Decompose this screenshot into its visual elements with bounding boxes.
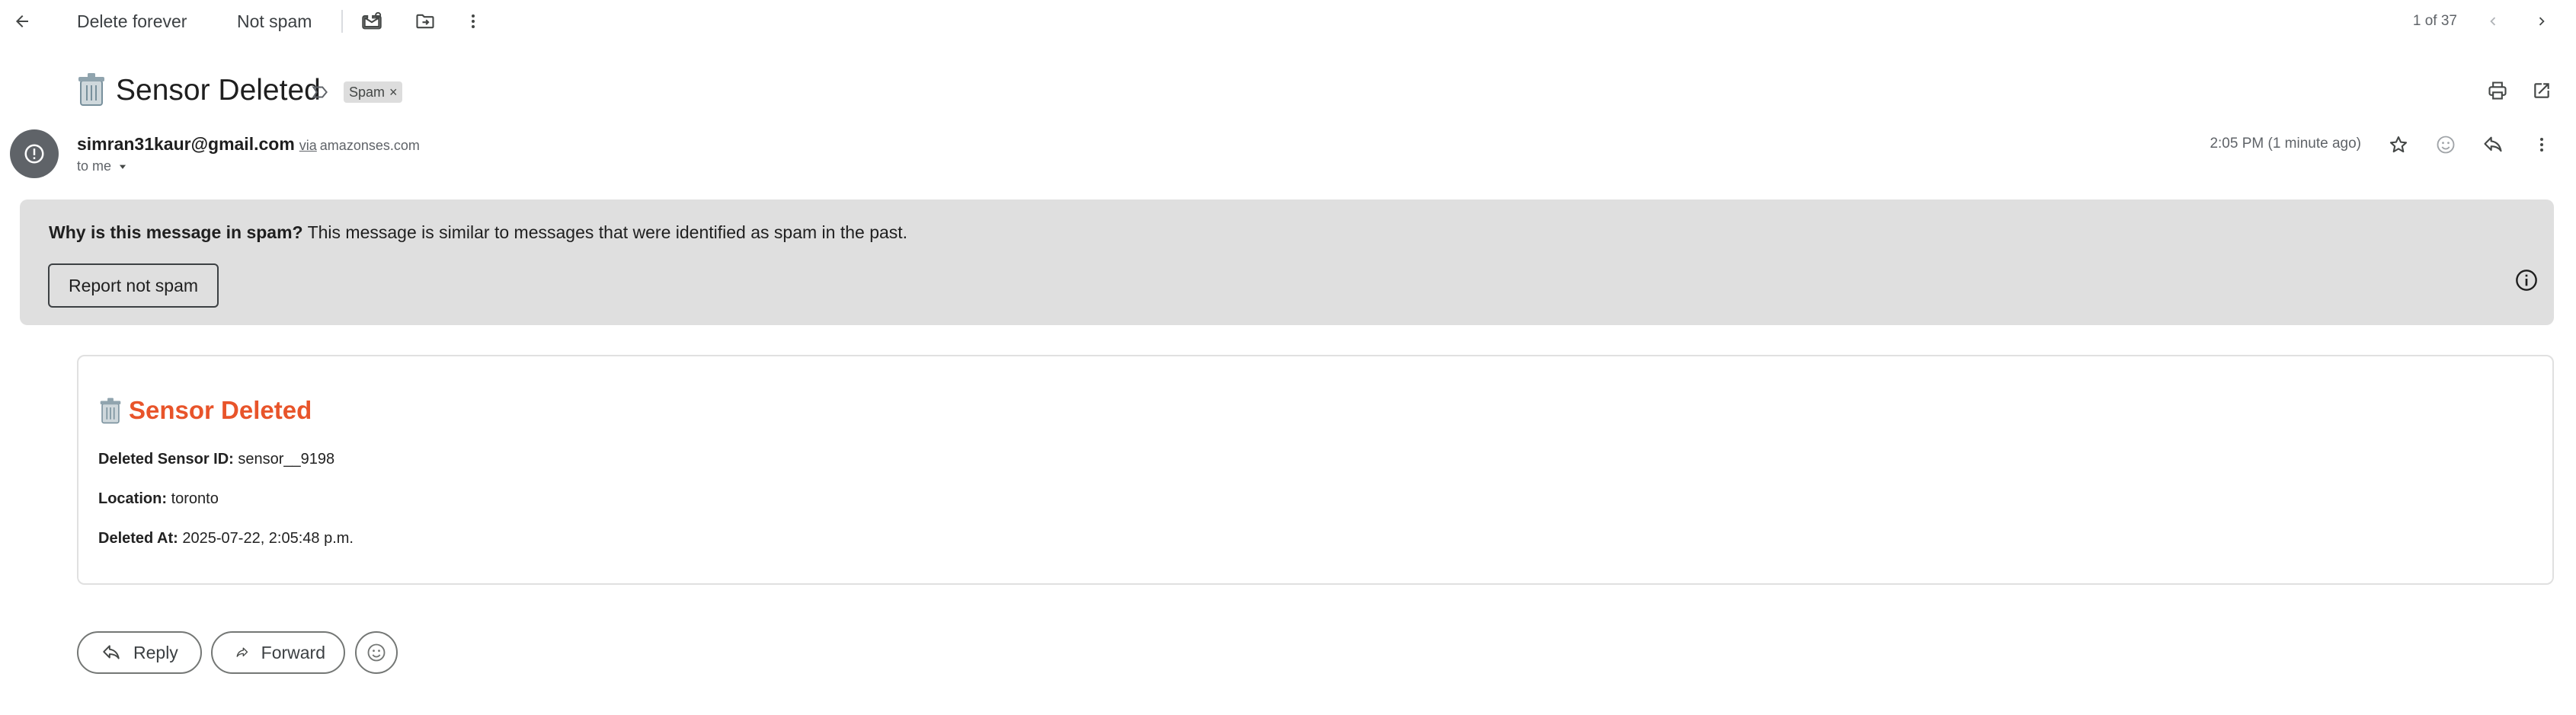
wastebasket-icon [100,397,121,424]
emoji-reaction-icon [367,643,386,662]
not-spam-button[interactable]: Not spam [237,11,312,32]
more-options-icon[interactable] [456,5,490,38]
forward-icon [236,647,248,657]
spam-label-chip: Spam × [344,81,402,103]
sender-info: simran31kaur@gmail.com via amazonses.com [77,133,420,158]
remove-label-icon[interactable]: × [389,85,398,101]
spam-warning-banner: Why is this message in spam? This messag… [20,199,2554,325]
spam-explanation: Why is this message in spam? This messag… [49,222,907,243]
move-to-folder-icon[interactable] [408,5,442,38]
mark-unread-icon[interactable] [355,5,389,38]
star-icon[interactable] [2382,128,2415,161]
location-field: Location: toronto [98,490,219,508]
field-label: Deleted At: [98,530,178,547]
sensor-id-field: Deleted Sensor ID: sensor__9198 [98,451,334,468]
chevron-left-icon[interactable] [2476,5,2510,38]
message-title: Sensor Deleted [129,396,312,424]
message-timestamp: 2:05 PM (1 minute ago) [2210,136,2361,152]
reply-button[interactable]: Reply [77,631,202,674]
field-label: Deleted Sensor ID: [98,451,234,468]
message-body-card: Sensor Deleted Deleted Sensor ID: sensor… [77,355,2554,585]
delete-forever-button[interactable]: Delete forever [77,11,187,32]
message-heading: Sensor Deleted [98,396,312,425]
more-vert-icon[interactable] [2525,128,2558,161]
via-label[interactable]: via [299,138,317,153]
wastebasket-icon [78,73,104,106]
reply-icon[interactable] [2476,128,2510,161]
info-icon[interactable] [2514,268,2539,296]
spam-reason: This message is similar to messages that… [307,222,908,242]
reply-icon [103,645,120,659]
spam-label-text: Spam [349,84,386,100]
recipient-details-toggle[interactable]: to me [77,158,128,174]
open-in-new-window-icon[interactable] [2525,74,2558,107]
toolbar-divider [341,10,343,33]
emoji-reaction-button[interactable] [355,631,398,674]
field-value: 2025-07-22, 2:05:48 p.m. [182,530,354,547]
sender-email[interactable]: simran31kaur@gmail.com [77,134,295,154]
alert-circle-icon [24,144,44,164]
forward-label: Forward [261,642,325,662]
via-domain: amazonses.com [319,138,420,153]
forward-button[interactable]: Forward [211,631,345,674]
recipient-text: to me [77,158,112,174]
pagination-count: 1 of 37 [2412,13,2457,29]
field-value: sensor__9198 [238,451,335,468]
print-icon[interactable] [2481,74,2514,107]
deleted-at-field: Deleted At: 2025-07-22, 2:05:48 p.m. [98,530,354,547]
back-arrow-icon[interactable] [5,5,39,38]
reply-label: Reply [133,642,178,662]
sender-avatar[interactable] [10,129,59,178]
emoji-reaction-icon[interactable] [2429,128,2462,161]
field-value: toronto [171,490,219,507]
important-marker-icon[interactable] [303,75,337,109]
chevron-right-icon[interactable] [2525,5,2558,38]
email-subject: Sensor Deleted [116,74,321,107]
report-not-spam-button[interactable]: Report not spam [48,263,219,308]
spam-question: Why is this message in spam? [49,222,303,242]
caret-down-icon [119,164,126,169]
field-label: Location: [98,490,167,507]
